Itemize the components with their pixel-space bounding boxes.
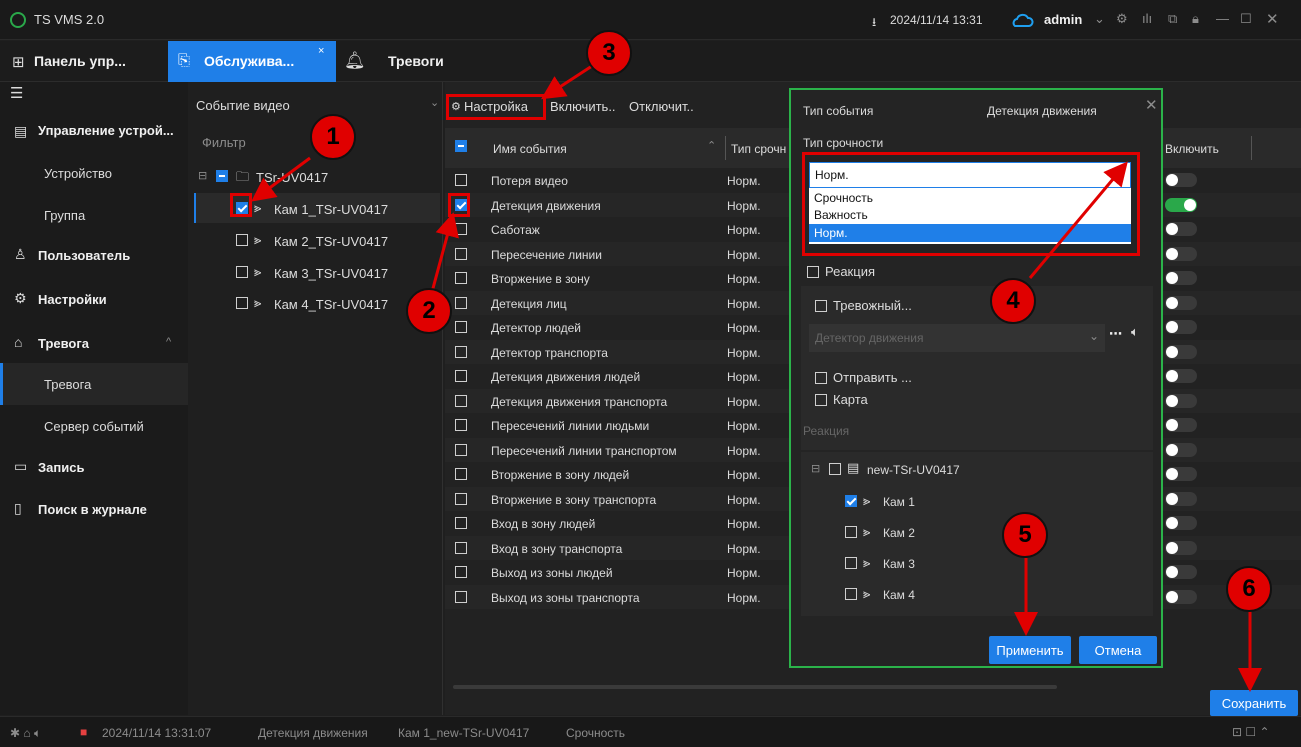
annotation-marker-6: 6	[1226, 566, 1272, 612]
alert-icon: ■	[80, 725, 88, 739]
annotation-marker-4: 4	[990, 278, 1036, 324]
status-right-icons[interactable]: ⊡ ☐ ⌃	[1232, 725, 1270, 739]
status-event: Детекция движения	[258, 726, 368, 740]
annotation-marker-5: 5	[1002, 512, 1048, 558]
annotation-marker-3: 3	[586, 30, 632, 76]
status-camera: Кам 1_new-TSr-UV0417	[398, 726, 530, 740]
annotation-marker-1: 1	[310, 114, 356, 160]
status-icons[interactable]: ✱ ⌂ 🔈︎	[10, 726, 41, 741]
annotation-arrows	[251, 64, 1262, 692]
status-time: 2024/11/14 13:31:07	[102, 726, 212, 740]
status-urgency: Срочность	[566, 726, 626, 740]
status-bar: ✱ ⌂ 🔈︎ ■ 2024/11/14 13:31:07 Детекция дв…	[0, 716, 1301, 747]
annotation-marker-2: 2	[406, 288, 452, 334]
